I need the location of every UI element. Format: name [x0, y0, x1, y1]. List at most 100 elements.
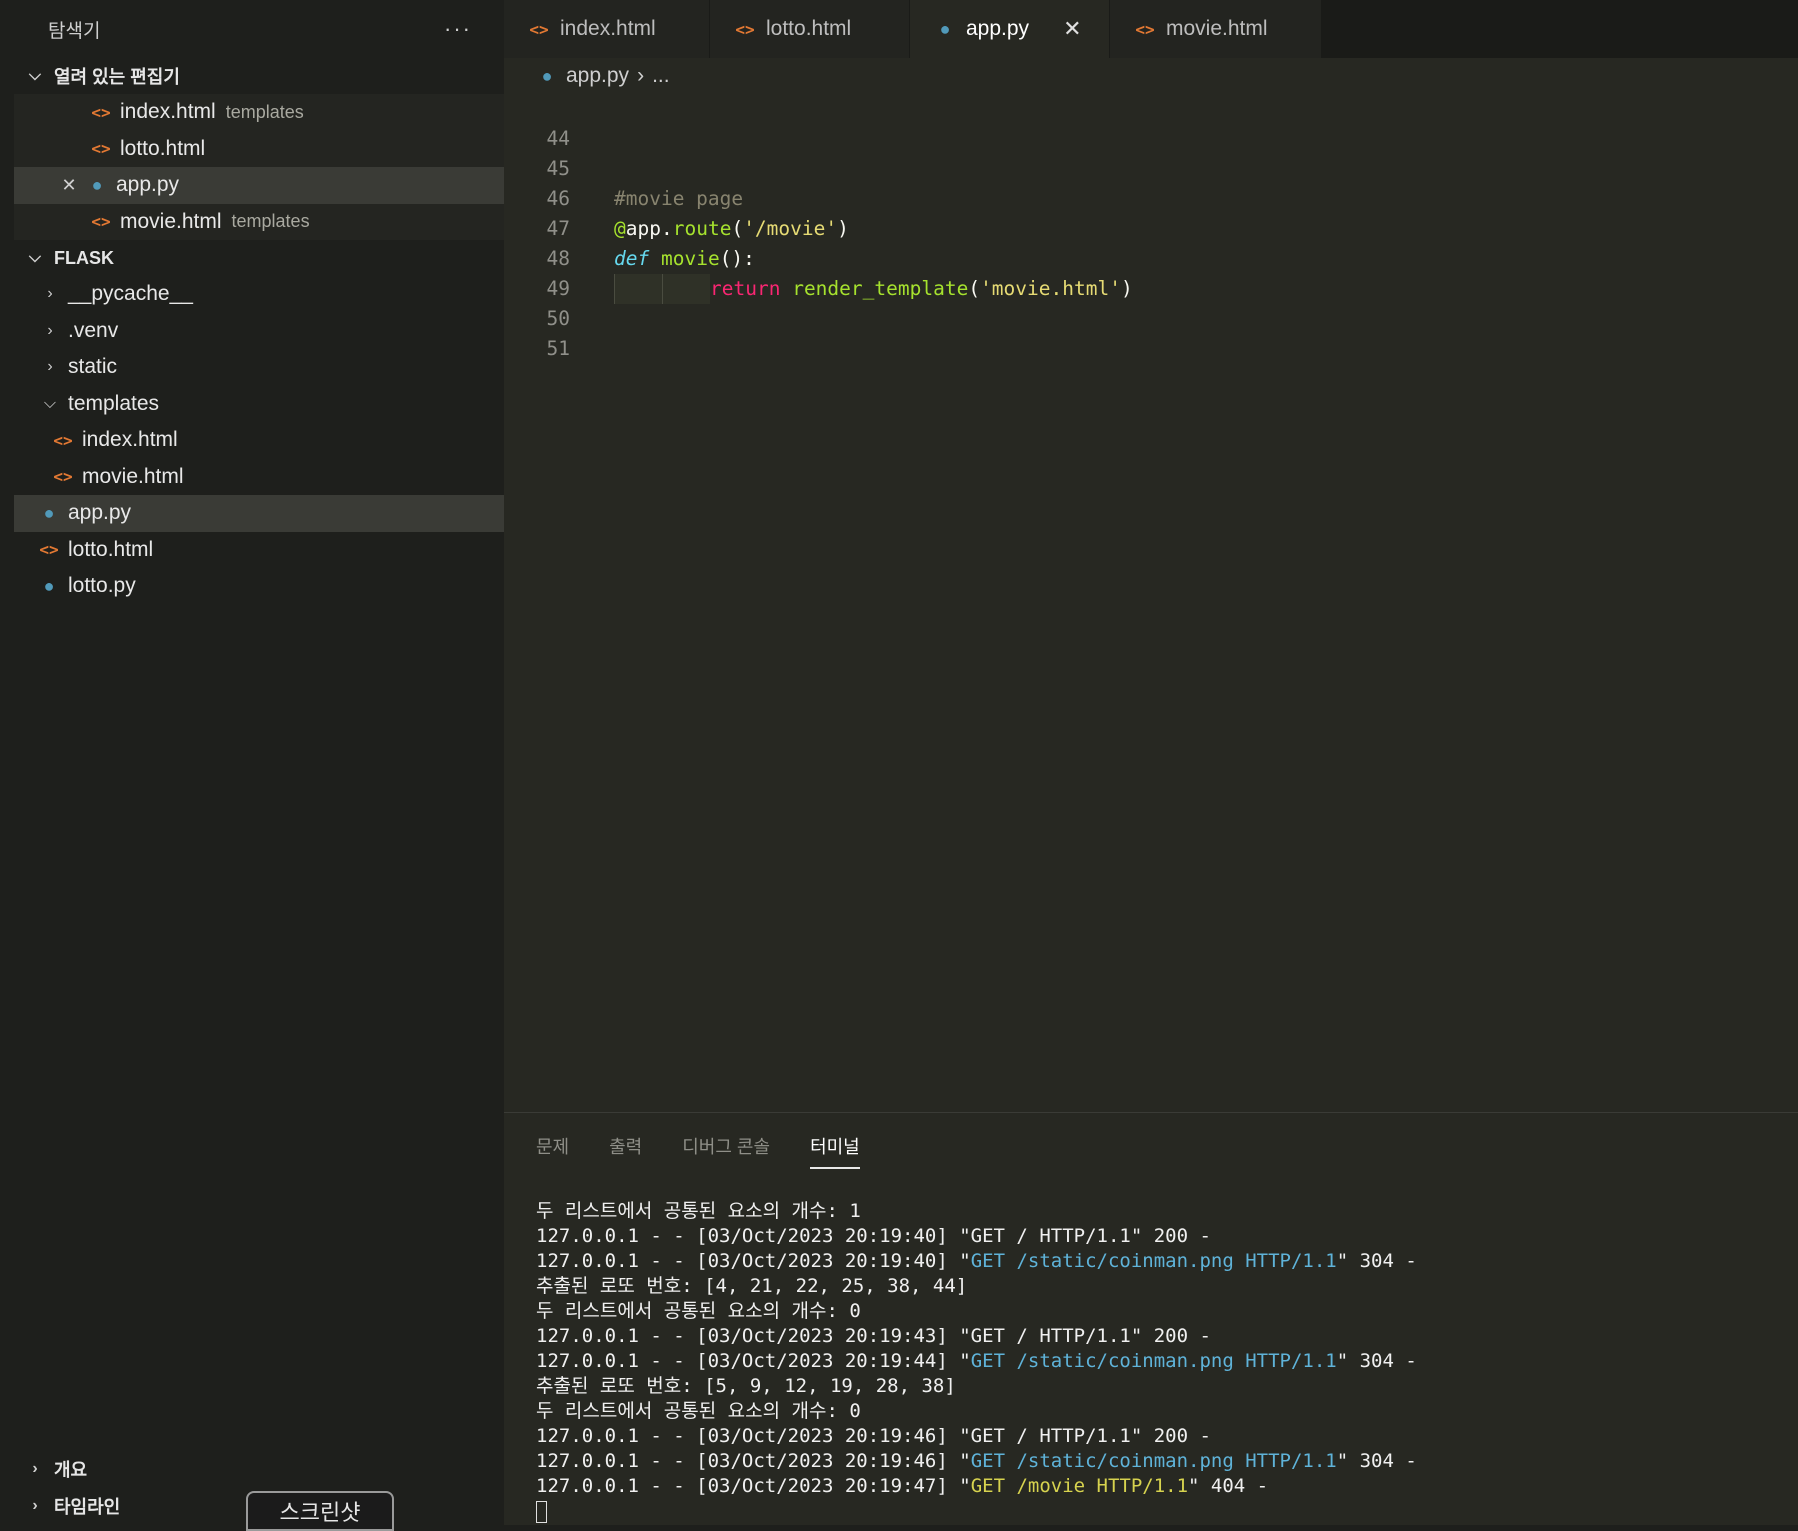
open-editor-item-lotto[interactable]: <> lotto.html — [14, 131, 504, 168]
chevron-right-icon: › — [637, 64, 645, 87]
open-editor-desc: templates — [231, 211, 310, 232]
chevron-right-icon: › — [47, 358, 53, 376]
chevron-down-icon: ⌵ — [28, 67, 42, 84]
tree-file-app-py[interactable]: ● app.py — [14, 495, 504, 532]
tab-index-html[interactable]: <> index.html — [504, 0, 710, 58]
tree-item-label: app.py — [68, 501, 132, 525]
explorer-title: 탐색기 — [48, 20, 101, 42]
terminal-line: 두 리스트에서 공통된 요소의 개수: 0 — [536, 1400, 861, 1422]
open-editor-item-index[interactable]: <> index.html templates — [14, 94, 504, 131]
code-line: 45 #movie page — [504, 124, 1798, 210]
explorer-sidebar: 탐색기 ··· ⌵ 열려 있는 편집기 <> index.html templa… — [14, 0, 504, 1531]
terminal-request: GET /movie HTTP/1.1 — [970, 1475, 1189, 1497]
html-file-icon: <> — [91, 212, 111, 232]
code-line: 49 — [504, 244, 1798, 300]
html-file-icon: <> — [39, 540, 59, 560]
open-editor-name: app.py — [116, 173, 180, 197]
tree-item-label: index.html — [82, 428, 178, 452]
terminal-text: 127.0.0.1 - - [03/Oct/2023 20:19:40] " — [536, 1250, 971, 1272]
breadcrumb-rest[interactable]: ... — [652, 64, 670, 88]
more-actions-icon[interactable]: ··· — [444, 16, 472, 42]
tree-folder-venv[interactable]: › .venv — [14, 313, 504, 350]
html-file-icon: <> — [735, 19, 755, 39]
terminal-text: " 304 - — [1336, 1450, 1417, 1472]
chevron-right-icon: › — [32, 1496, 38, 1514]
tree-file-lotto-html[interactable]: <> lotto.html — [14, 532, 504, 569]
terminal-cursor — [536, 1500, 547, 1523]
tree-item-label: .venv — [68, 318, 119, 342]
tree-folder-static[interactable]: › static — [14, 349, 504, 386]
breadcrumb-file[interactable]: app.py — [566, 64, 629, 88]
tree-folder-templates[interactable]: ⌵ templates — [14, 386, 504, 423]
tab-debug-console[interactable]: 디버그 콘솔 — [682, 1133, 770, 1169]
tab-terminal[interactable]: 터미널 — [810, 1133, 860, 1169]
tree-item-label: lotto.html — [68, 537, 154, 561]
tab-label: movie.html — [1166, 17, 1268, 40]
tree-item-label: templates — [68, 391, 160, 415]
code-line: 50 — [504, 274, 1798, 330]
tab-movie-html[interactable]: <> movie.html — [1110, 0, 1322, 58]
tab-label: index.html — [560, 17, 656, 40]
terminal-prompt[interactable] — [536, 1499, 1417, 1524]
open-editor-item-app[interactable]: ✕ ● app.py — [14, 167, 504, 204]
bottom-panel: 문제 출력 디버그 콘솔 터미널 두 리스트에서 공통된 요소의 개수: 1 1… — [504, 1112, 1798, 1525]
tab-app-py[interactable]: ● app.py ✕ — [910, 0, 1110, 58]
open-editor-name: movie.html — [120, 209, 222, 233]
html-file-icon: <> — [1135, 19, 1155, 39]
terminal-text: 127.0.0.1 - - [03/Oct/2023 20:19:47] " — [536, 1475, 971, 1497]
editor-tab-bar: <> index.html <> lotto.html ● app.py ✕ <… — [504, 0, 1798, 58]
breadcrumb: ● app.py › ... — [504, 58, 1798, 94]
terminal-text: 127.0.0.1 - - [03/Oct/2023 20:19:44] " — [536, 1350, 971, 1372]
terminal-text: 127.0.0.1 - - [03/Oct/2023 20:19:46] " — [536, 1450, 971, 1472]
terminal-line: 추출된 로또 번호: [4, 21, 22, 25, 38, 44] — [536, 1275, 968, 1297]
terminal-text: " 404 - — [1188, 1475, 1269, 1497]
tab-problems[interactable]: 문제 — [536, 1133, 569, 1169]
open-editor-name: lotto.html — [120, 136, 206, 160]
screenshot-button[interactable]: 스크린샷 — [246, 1491, 394, 1531]
python-file-icon: ● — [91, 174, 103, 195]
close-icon[interactable]: ✕ — [1063, 16, 1081, 42]
terminal-line: 두 리스트에서 공통된 요소의 개수: 1 — [536, 1200, 861, 1222]
flask-folder-section[interactable]: ⌵ FLASK — [14, 240, 504, 276]
panel-tabs: 문제 출력 디버그 콘솔 터미널 — [536, 1133, 900, 1169]
chevron-right-icon: › — [47, 285, 53, 303]
terminal-request: GET /static/coinman.png HTTP/1.1 — [970, 1250, 1337, 1272]
code-line: 47 def movie(): — [504, 184, 1798, 270]
html-file-icon: <> — [53, 467, 73, 487]
terminal-output[interactable]: 두 리스트에서 공통된 요소의 개수: 1 127.0.0.1 - - [03/… — [536, 1199, 1417, 1524]
tree-item-label: __pycache__ — [68, 282, 193, 306]
python-file-icon: ● — [43, 575, 55, 596]
tab-output[interactable]: 출력 — [609, 1133, 642, 1169]
outline-section[interactable]: › 개요 — [14, 1450, 504, 1487]
terminal-line: 127.0.0.1 - - [03/Oct/2023 20:19:43] "GE… — [536, 1325, 1211, 1347]
terminal-line: 두 리스트에서 공통된 요소의 개수: 0 — [536, 1300, 861, 1322]
tree-folder-pycache[interactable]: › __pycache__ — [14, 276, 504, 313]
open-editors-section[interactable]: ⌵ 열려 있는 편집기 — [14, 58, 504, 94]
tree-file-lotto-py[interactable]: ● lotto.py — [14, 568, 504, 605]
terminal-line: 127.0.0.1 - - [03/Oct/2023 20:19:46] "GE… — [536, 1449, 1417, 1474]
tree-item-label: static — [68, 355, 118, 379]
code-line: 46 @app.route('/movie') — [504, 154, 1798, 240]
open-editor-name: index.html — [120, 100, 216, 124]
tree-file-index-html[interactable]: <> index.html — [14, 422, 504, 459]
code-line: 44 — [504, 94, 1798, 150]
open-editors-list: <> index.html templates <> lotto.html ✕ … — [14, 94, 504, 240]
chevron-right-icon: › — [32, 1459, 38, 1477]
code-editor[interactable]: 44 45 #movie page 46 @app.route('/movie'… — [504, 94, 1798, 1112]
tab-label: lotto.html — [766, 17, 852, 40]
tab-label: app.py — [966, 17, 1030, 40]
open-editor-desc: templates — [225, 101, 304, 122]
html-file-icon: <> — [91, 102, 111, 122]
file-tree: › __pycache__ › .venv › static ⌵ templat… — [14, 276, 504, 605]
python-file-icon: ● — [43, 502, 55, 523]
terminal-line: 추출된 로또 번호: [5, 9, 12, 19, 28, 38] — [536, 1375, 956, 1397]
line-number: 51 — [546, 337, 570, 360]
chevron-down-icon: ⌵ — [43, 394, 57, 412]
outline-label: 개요 — [54, 1459, 88, 1480]
tree-file-movie-html[interactable]: <> movie.html — [14, 459, 504, 496]
open-editor-item-movie[interactable]: <> movie.html templates — [14, 204, 504, 241]
terminal-text: " 304 - — [1336, 1350, 1417, 1372]
close-icon[interactable]: ✕ — [58, 175, 80, 196]
html-file-icon: <> — [529, 19, 549, 39]
tab-lotto-html[interactable]: <> lotto.html — [710, 0, 910, 58]
